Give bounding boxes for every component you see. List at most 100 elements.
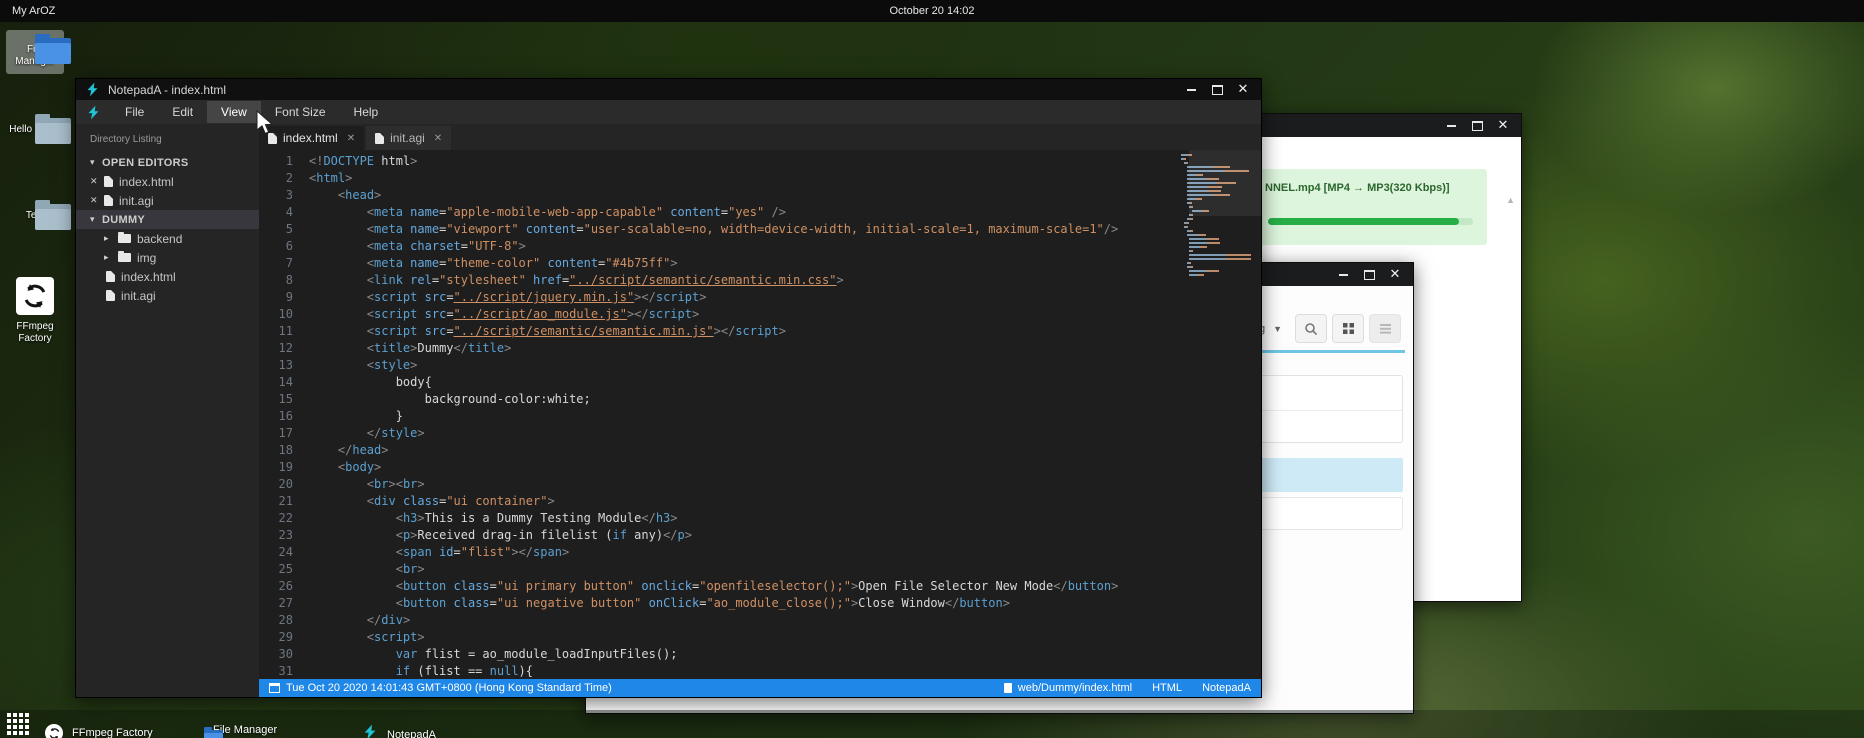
ffmpeg-factory-icon	[45, 724, 63, 738]
grid-view-button[interactable]	[1332, 314, 1364, 343]
code-text: var flist = ao_module_loadInputFiles();	[293, 646, 677, 663]
status-file-path: web/Dummy/index.html	[1018, 682, 1132, 694]
notepada-title-bar[interactable]: NotepadA - index.html ✕	[76, 79, 1261, 100]
code-text: }	[293, 408, 403, 425]
minimize-button[interactable]	[1183, 83, 1199, 97]
code-line: 26 <button class="ui primary button" onc…	[259, 578, 1261, 595]
close-file-icon[interactable]: ✕	[90, 176, 102, 187]
taskbar-item-label: FFmpeg Factory	[72, 727, 153, 738]
line-number: 19	[259, 459, 293, 476]
tree-item[interactable]: ✕ ▾ init.agi	[76, 286, 259, 305]
tree-item[interactable]: ✕ ▸ img	[76, 248, 259, 267]
menu-item[interactable]: View	[207, 101, 261, 123]
code-text: <p>Received drag-in filelist (if any)</p…	[293, 527, 692, 544]
tree-item[interactable]: ✕ ▾ index.html	[76, 267, 259, 286]
notepada-logo-icon	[85, 82, 100, 97]
code-text: <head>	[293, 187, 381, 204]
line-number: 31	[259, 663, 293, 679]
tab-close-icon[interactable]: ✕	[347, 133, 355, 144]
notepada-logo-icon	[362, 724, 378, 738]
line-number: 5	[259, 221, 293, 238]
line-number: 2	[259, 170, 293, 187]
status-datetime: Tue Oct 20 2020 14:01:43 GMT+0800 (Hong …	[286, 682, 612, 694]
taskbar-item-icon	[362, 724, 378, 738]
taskbar-item[interactable]: NotepadA	[362, 724, 436, 738]
menu-item-label: Help	[354, 105, 379, 119]
code-editor[interactable]: 1 <!DOCTYPE html> 2 <html> 3 <head> 4 <m…	[259, 150, 1261, 679]
directory-tree: ✕ ▾ OPEN EDITORS ✕ ▾ index.html ✕ ▾ init…	[76, 153, 259, 305]
close-button[interactable]: ✕	[1387, 268, 1403, 282]
maximize-button[interactable]	[1361, 268, 1377, 282]
search-button[interactable]	[1295, 314, 1327, 343]
code-line: 12 <title>Dummy</title>	[259, 340, 1261, 357]
tree-item[interactable]: ✕ ▾ init.agi	[76, 191, 259, 210]
close-button[interactable]: ✕	[1235, 83, 1251, 97]
search-icon	[1304, 322, 1318, 336]
line-number: 21	[259, 493, 293, 510]
taskbar-item[interactable]: FFmpeg Factory	[45, 724, 153, 738]
tree-item[interactable]: ✕ ▸ backend	[76, 229, 259, 248]
file-icon	[104, 176, 113, 187]
menu-bar: File Edit View Font Size Help	[76, 100, 1261, 124]
code-line: 17 </style>	[259, 425, 1261, 442]
maximize-button[interactable]	[1209, 83, 1225, 97]
minimize-button[interactable]	[1335, 268, 1351, 282]
app-launcher-grid-icon[interactable]	[7, 713, 29, 735]
minimap-slider[interactable]	[1189, 150, 1261, 216]
menu-item-label: Edit	[172, 105, 193, 119]
line-number: 20	[259, 476, 293, 493]
code-line: 30 var flist = ao_module_loadInputFiles(…	[259, 646, 1261, 663]
tree-item-label: img	[137, 251, 156, 265]
line-number: 3	[259, 187, 293, 204]
ffmpeg-factory-icon	[16, 277, 54, 315]
minimize-button[interactable]	[1443, 119, 1459, 133]
tab-close-icon[interactable]: ✕	[434, 133, 442, 144]
tree-item[interactable]: ✕ ▾ index.html	[76, 172, 259, 191]
line-number: 17	[259, 425, 293, 442]
tree-item-label: init.agi	[119, 194, 154, 208]
menu-item-label: File	[125, 105, 144, 119]
code-text: <meta name="theme-color" content="#4b75f…	[293, 255, 678, 272]
conversion-task-card: NNEL.mp4 [MP4 → MP3(320 Kbps)]	[1258, 169, 1487, 245]
desktop-icon[interactable]: File Manager	[6, 30, 64, 74]
tree-item[interactable]: ✕ ▾ DUMMY	[76, 210, 259, 229]
maximize-button[interactable]	[1469, 119, 1485, 133]
code-text: background-color:white;	[293, 391, 591, 408]
tree-item-label: index.html	[119, 175, 174, 189]
line-number: 9	[259, 289, 293, 306]
scroll-up-arrow-icon[interactable]: ▲	[1506, 195, 1515, 205]
code-text: <br><br>	[293, 476, 425, 493]
desktop-icon[interactable]: Hello World	[6, 118, 64, 136]
file-icon	[1004, 683, 1012, 693]
status-language[interactable]: HTML	[1152, 682, 1182, 694]
tree-item[interactable]: ✕ ▾ OPEN EDITORS	[76, 153, 259, 172]
line-number: 16	[259, 408, 293, 425]
code-line: 21 <div class="ui container">	[259, 493, 1261, 510]
editor-tab[interactable]: index.html ✕	[259, 126, 364, 150]
line-number: 10	[259, 306, 293, 323]
code-line: 8 <link rel="stylesheet" href="../script…	[259, 272, 1261, 289]
desktop-icon[interactable]: FFmpeg Factory	[6, 277, 64, 345]
calendar-icon	[269, 683, 280, 693]
converter-title-bar[interactable]: ✕	[1254, 114, 1521, 137]
code-line: 9 <script src="../script/jquery.min.js">…	[259, 289, 1261, 306]
tree-item-label: DUMMY	[102, 214, 145, 226]
list-view-button[interactable]	[1369, 314, 1401, 343]
code-text: <link rel="stylesheet" href="../script/s…	[293, 272, 844, 289]
code-line: 5 <meta name="viewport" content="user-sc…	[259, 221, 1261, 238]
menu-item[interactable]: Edit	[158, 101, 207, 123]
line-number: 7	[259, 255, 293, 272]
line-number: 6	[259, 238, 293, 255]
taskbar-item[interactable]: File Manager	[204, 724, 277, 736]
line-number: 1	[259, 153, 293, 170]
menu-item[interactable]: File	[111, 101, 158, 123]
directory-sidebar: Directory Listing ✕ ▾ OPEN EDITORS ✕ ▾ i…	[76, 124, 259, 697]
editor-tab[interactable]: init.agi ✕	[366, 126, 451, 150]
close-file-icon[interactable]: ✕	[90, 195, 102, 206]
menu-item[interactable]: Font Size	[261, 101, 340, 123]
code-line: 11 <script src="../script/semantic/seman…	[259, 323, 1261, 340]
close-button[interactable]: ✕	[1495, 119, 1511, 133]
desktop-icon[interactable]: Test	[6, 204, 64, 222]
code-line: 3 <head>	[259, 187, 1261, 204]
menu-item[interactable]: Help	[340, 101, 393, 123]
